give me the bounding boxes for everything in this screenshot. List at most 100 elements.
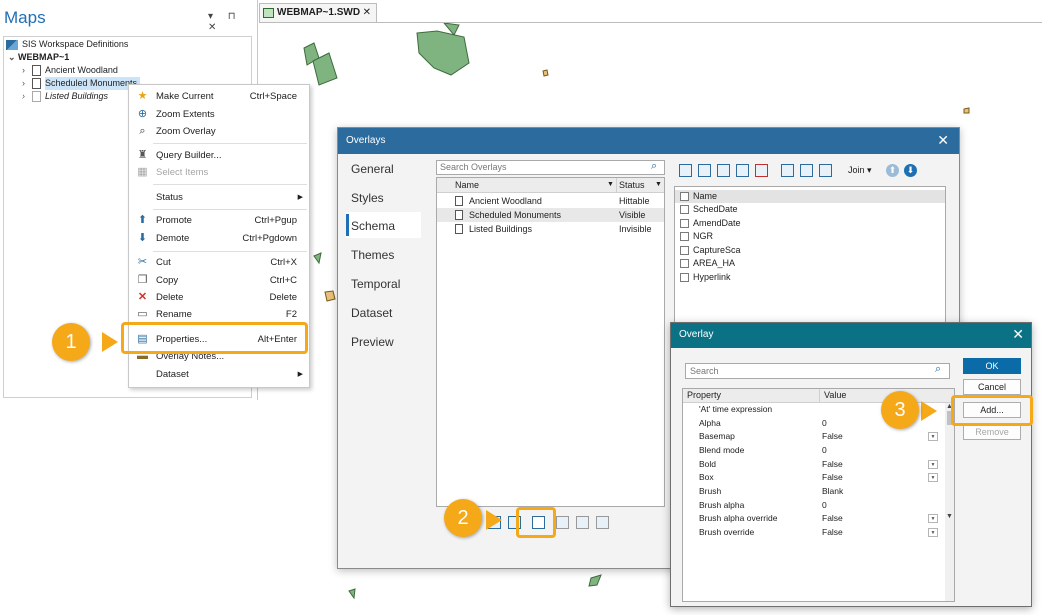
column-header-status[interactable]: Status: [619, 178, 645, 192]
table-row[interactable]: Scheduled Monuments Visible: [437, 208, 664, 222]
field-checkbox[interactable]: [680, 259, 689, 268]
property-search-input[interactable]: Search: [685, 363, 950, 379]
menu-item-copy[interactable]: ❐ Copy Ctrl+C: [129, 272, 309, 289]
nav-schema[interactable]: Schema: [351, 219, 395, 233]
field-checkbox[interactable]: [680, 219, 689, 228]
list-item[interactable]: AREA_HA: [675, 257, 945, 270]
property-value[interactable]: 0: [822, 417, 827, 431]
move-up-icon[interactable]: ⬆: [886, 164, 899, 177]
overlay-settings-icon[interactable]: [576, 516, 589, 529]
list-item[interactable]: AmendDate: [675, 217, 945, 230]
property-row[interactable]: Brush Blank: [683, 485, 945, 499]
menu-item-delete[interactable]: ✕ Delete Delete: [129, 289, 309, 306]
list-item[interactable]: Name: [675, 190, 945, 203]
field-checkbox[interactable]: [680, 273, 689, 282]
tree-item[interactable]: › Listed Buildings: [22, 90, 108, 103]
property-value[interactable]: False: [822, 512, 843, 526]
field-calc-icon[interactable]: [717, 164, 730, 177]
scroll-down-icon[interactable]: ▼: [946, 513, 953, 520]
export-schema-icon[interactable]: [800, 164, 813, 177]
field-table-icon[interactable]: [736, 164, 749, 177]
scrollbar[interactable]: ▲ ▼: [945, 403, 954, 601]
chevron-right-icon[interactable]: ›: [22, 77, 32, 90]
chevron-down-icon[interactable]: ▼: [928, 528, 938, 537]
property-value[interactable]: 0: [822, 499, 827, 513]
sort-down-icon[interactable]: ▼: [607, 178, 614, 192]
menu-item-dataset[interactable]: Dataset ▶: [129, 366, 309, 383]
export-overlay-icon[interactable]: [596, 516, 609, 529]
nav-temporal[interactable]: Temporal: [351, 277, 400, 291]
property-row[interactable]: Brush override False ▼: [683, 526, 945, 540]
sort-down-icon[interactable]: ▼: [655, 178, 662, 192]
search-icon[interactable]: ⌕: [935, 363, 941, 376]
delete-field-icon[interactable]: [755, 164, 768, 177]
ok-button[interactable]: OK: [963, 358, 1021, 374]
property-value[interactable]: False: [822, 526, 843, 540]
chevron-down-icon[interactable]: ▼: [928, 514, 938, 523]
property-row[interactable]: Bold False ▼: [683, 458, 945, 472]
menu-item-make-current[interactable]: ★ Make Current Ctrl+Space: [129, 88, 309, 105]
join-dropdown[interactable]: Join ▾: [848, 165, 872, 176]
menu-item-status[interactable]: Status ▶: [129, 189, 309, 206]
map-document-tab[interactable]: WEBMAP~1.SWD ✕: [259, 3, 377, 22]
property-value[interactable]: Blank: [822, 485, 843, 499]
table-row[interactable]: Listed Buildings Invisible: [437, 222, 664, 236]
property-row[interactable]: Blend mode 0: [683, 444, 945, 458]
property-value[interactable]: 0: [822, 444, 827, 458]
menu-item-demote[interactable]: ⬇ Demote Ctrl+Pgdown: [129, 230, 309, 247]
property-row[interactable]: Brush alpha 0: [683, 499, 945, 513]
property-row[interactable]: Brush alpha override False ▼: [683, 512, 945, 526]
cancel-button[interactable]: Cancel: [963, 379, 1021, 395]
search-icon[interactable]: ⌕: [651, 160, 657, 173]
import-schema-icon[interactable]: [781, 164, 794, 177]
close-icon[interactable]: ✕: [363, 4, 371, 22]
maps-panel-controls[interactable]: ▾ ⊓ ✕: [208, 11, 257, 33]
menu-item-zoom-extents[interactable]: ⊕ Zoom Extents: [129, 106, 309, 123]
move-down-icon[interactable]: ⬇: [904, 164, 917, 177]
tree-map[interactable]: ⌄ WEBMAP~1: [8, 51, 69, 64]
close-icon[interactable]: ✕: [937, 132, 949, 149]
add-fields-icon[interactable]: [698, 164, 711, 177]
chevron-down-icon[interactable]: ▼: [928, 432, 938, 441]
property-row[interactable]: Box False ▼: [683, 471, 945, 485]
list-item[interactable]: SchedDate: [675, 203, 945, 216]
menu-item-zoom-overlay[interactable]: ⌕ Zoom Overlay: [129, 123, 309, 140]
callout-highlight-properties-button: [516, 507, 556, 538]
nav-dataset[interactable]: Dataset: [351, 306, 392, 320]
copy-schema-icon[interactable]: [819, 164, 832, 177]
tree-root[interactable]: SIS Workspace Definitions: [6, 38, 128, 51]
property-value[interactable]: False: [822, 471, 843, 485]
tree-item[interactable]: › Ancient Woodland: [22, 64, 118, 77]
chevron-down-icon[interactable]: ⌄: [8, 51, 18, 64]
chevron-right-icon[interactable]: ›: [22, 64, 32, 77]
property-value[interactable]: False: [822, 430, 843, 444]
nav-styles[interactable]: Styles: [351, 191, 384, 205]
nav-preview[interactable]: Preview: [351, 335, 394, 349]
field-checkbox[interactable]: [680, 246, 689, 255]
nav-themes[interactable]: Themes: [351, 248, 394, 262]
menu-item-shortcut: Ctrl+Space: [249, 91, 297, 102]
column-header-name[interactable]: Name: [455, 178, 479, 192]
property-row[interactable]: Basemap False ▼: [683, 430, 945, 444]
list-item[interactable]: Hyperlink: [675, 271, 945, 284]
field-checkbox[interactable]: [680, 205, 689, 214]
overlays-search-input[interactable]: Search Overlays: [436, 160, 665, 175]
field-checkbox[interactable]: [680, 192, 689, 201]
menu-item-cut[interactable]: ✂ Cut Ctrl+X: [129, 254, 309, 271]
chevron-right-icon[interactable]: ›: [22, 90, 32, 103]
list-item[interactable]: NGR: [675, 230, 945, 243]
table-row[interactable]: Ancient Woodland Hittable: [437, 194, 664, 208]
menu-item-promote[interactable]: ⬆ Promote Ctrl+Pgup: [129, 212, 309, 229]
menu-item-query-builder[interactable]: ♜ Query Builder...: [129, 147, 309, 164]
chevron-down-icon[interactable]: ▼: [928, 473, 938, 482]
close-icon[interactable]: ✕: [1012, 326, 1024, 343]
nav-general[interactable]: General: [351, 162, 394, 176]
list-item[interactable]: CaptureSca: [675, 244, 945, 257]
tree-item[interactable]: › Scheduled Monuments: [22, 77, 141, 90]
field-checkbox[interactable]: [680, 232, 689, 241]
menu-item-rename[interactable]: ▭ Rename F2: [129, 306, 309, 323]
property-value[interactable]: False: [822, 458, 843, 472]
add-field-icon[interactable]: [679, 164, 692, 177]
chevron-down-icon[interactable]: ▼: [928, 460, 938, 469]
settings-icon[interactable]: [556, 516, 569, 529]
